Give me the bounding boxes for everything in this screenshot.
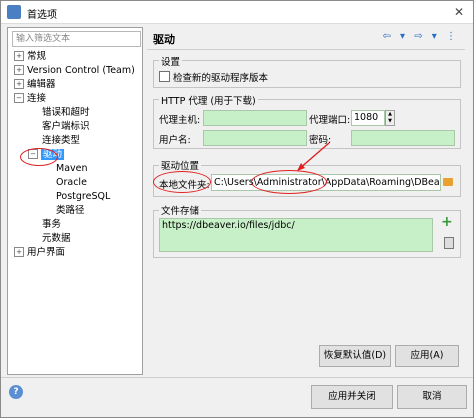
window-title: 首选项 <box>27 10 57 21</box>
tree-item[interactable]: 错误和超时 <box>28 106 90 119</box>
tree-item-label: Maven <box>56 163 88 174</box>
tree-item[interactable]: + Version Control (Team) <box>14 64 135 77</box>
title-bar: 首选项 ✕ <box>1 1 473 24</box>
nav-icons[interactable]: ⇦ ▾ ⇨ ▾ ⋮ <box>382 31 459 42</box>
repository-item[interactable]: https://dbeaver.io/files/jdbc/ <box>162 220 295 231</box>
tree-item-label: 编辑器 <box>27 79 56 90</box>
settings-group-label: 设置 <box>159 54 183 68</box>
tree-item[interactable]: Oracle <box>42 176 87 189</box>
delete-icon[interactable] <box>444 237 454 249</box>
annotation-circle-username <box>251 170 327 194</box>
file-storage-group-label: 文件存储 <box>159 203 202 217</box>
proxy-port-input[interactable]: 1080 <box>351 110 385 126</box>
proxy-host-input[interactable] <box>203 110 307 126</box>
tree-item[interactable]: 元数据 <box>28 232 71 245</box>
folder-icon[interactable] <box>443 178 453 186</box>
tree-item-label: PostgreSQL <box>56 191 111 202</box>
preferences-window: 首选项 ✕ 输入筛选文本 + 常规 + Version Control (Team) +… <box>0 0 474 418</box>
tree-item[interactable]: 客户端标识 <box>28 120 90 133</box>
tree-item-label: 元数据 <box>42 233 71 244</box>
proxy-host-label: 代理主机: <box>159 115 201 126</box>
panel-title: 驱动 <box>153 33 175 46</box>
tree-item-label: 常规 <box>27 51 47 62</box>
annotation-circle-driver <box>20 148 58 166</box>
tree-item-label: 错误和超时 <box>42 107 90 118</box>
tree-item[interactable]: + 常规 <box>14 50 46 63</box>
check-updates-checkbox[interactable] <box>159 71 170 82</box>
apply-and-close-button[interactable]: 应用并关闭 <box>311 385 393 409</box>
annotation-circle-folder-label <box>153 171 211 193</box>
tree-item-label: Version Control (Team) <box>27 65 135 76</box>
tree-item[interactable]: + 用户界面 <box>14 246 65 259</box>
tree-item-label: 客户端标识 <box>42 121 90 132</box>
expand-toggle-icon[interactable]: + <box>14 79 24 89</box>
tree-item[interactable]: + 编辑器 <box>14 78 56 91</box>
tree-item[interactable]: 连接类型 <box>28 134 80 147</box>
proxy-group-label: HTTP 代理 (用于下载) <box>159 93 258 107</box>
restore-defaults-button[interactable]: 恢复默认值(D) <box>319 345 391 367</box>
proxy-password-input[interactable] <box>351 130 455 146</box>
tree-item[interactable]: 类路径 <box>42 204 85 217</box>
port-spinner[interactable]: ▲ ▼ <box>385 110 395 126</box>
tree-item-label: 连接 <box>27 93 47 104</box>
tree-item-label: 用户界面 <box>27 247 66 258</box>
add-icon[interactable]: + <box>441 214 453 230</box>
tree-item-label: Oracle <box>56 177 87 188</box>
repository-list[interactable]: https://dbeaver.io/files/jdbc/ <box>159 218 433 252</box>
proxy-user-input[interactable] <box>203 130 307 146</box>
tree-item-label: 类路径 <box>56 205 85 216</box>
expand-toggle-icon[interactable]: + <box>14 247 24 257</box>
panel-header: 驱动 ⇦ ▾ ⇨ ▾ ⋮ <box>147 27 465 50</box>
footer-divider <box>1 377 473 378</box>
help-icon[interactable]: ? <box>9 385 23 399</box>
check-updates-label: 检查新的驱动程序版本 <box>173 73 269 84</box>
filter-input[interactable]: 输入筛选文本 <box>12 31 141 47</box>
cancel-button[interactable]: 取消 <box>397 385 467 409</box>
tree-item[interactable]: PostgreSQL <box>42 190 110 203</box>
expand-toggle-icon[interactable]: − <box>14 93 24 103</box>
tree-item-label: 事务 <box>42 219 62 230</box>
app-icon <box>7 5 21 19</box>
proxy-password-label: 密码: <box>309 135 332 146</box>
expand-toggle-icon[interactable]: + <box>14 51 24 61</box>
proxy-user-label: 用户名: <box>159 135 191 146</box>
tree-item-label: 连接类型 <box>42 135 81 146</box>
location-group-label: 驱动位置 <box>159 158 202 172</box>
tree-item[interactable]: − 连接 <box>14 92 46 105</box>
expand-toggle-icon[interactable]: + <box>14 65 24 75</box>
tree-item[interactable]: 事务 <box>28 218 61 231</box>
proxy-port-label: 代理端口: <box>309 115 351 126</box>
close-icon[interactable]: ✕ <box>451 4 467 20</box>
navigation-panel: 输入筛选文本 + 常规 + Version Control (Team) + 编辑器 − 连接… <box>7 27 143 375</box>
apply-button[interactable]: 应用(A) <box>395 345 459 367</box>
driver-settings-panel: 驱动 ⇦ ▾ ⇨ ▾ ⋮ 设置 检查新的驱动程序版本 HTTP 代理 (用于下载… <box>147 27 465 373</box>
